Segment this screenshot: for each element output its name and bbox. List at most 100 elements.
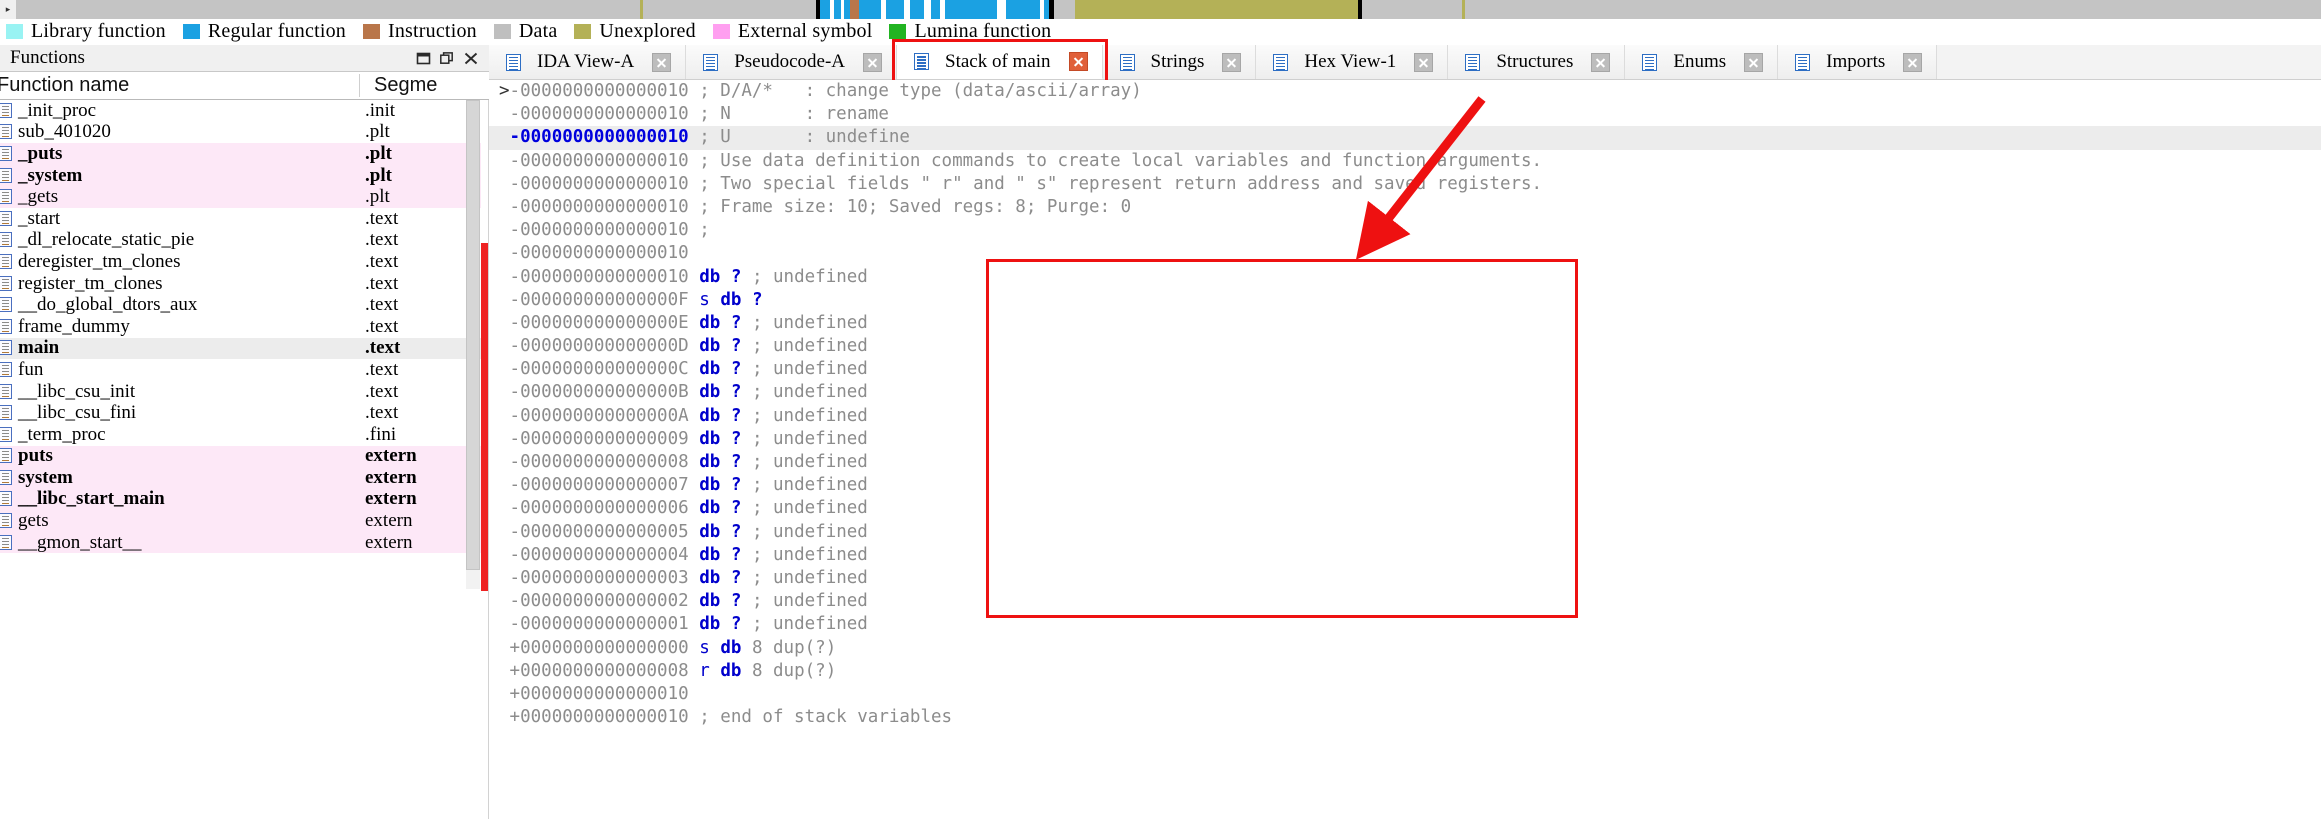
function-list-row[interactable]: frame_dummy .text: [0, 316, 481, 338]
navigator-segment: [997, 0, 1006, 19]
function-list-row[interactable]: system extern: [0, 467, 481, 489]
stack-header-line[interactable]: -0000000000000010 ; Frame size: 10; Save…: [489, 196, 2321, 219]
stack-variable-line[interactable]: -0000000000000001 db ? ; undefined: [489, 613, 2321, 636]
stack-variable-line[interactable]: -0000000000000005 db ? ; undefined: [489, 521, 2321, 544]
function-list-row[interactable]: gets extern: [0, 510, 481, 532]
tab-close-icon[interactable]: [1222, 52, 1242, 72]
legend-color-swatch: [6, 23, 23, 39]
function-list-row[interactable]: __do_global_dtors_aux .text: [0, 294, 481, 316]
legend-label: External symbol: [737, 19, 873, 42]
column-header-segment[interactable]: Segme: [359, 74, 489, 97]
navigator-segment: [1075, 0, 1359, 19]
legend-item-5: External symbol: [712, 19, 873, 43]
tab-close-icon[interactable]: [1591, 52, 1611, 72]
stack-variable-line[interactable]: +0000000000000010 ; end of stack variabl…: [489, 706, 2321, 729]
function-list-row[interactable]: _dl_relocate_static_pie .text: [0, 229, 481, 252]
function-list-row[interactable]: _start .text: [0, 208, 481, 230]
function-list-row[interactable]: puts extern: [0, 445, 481, 468]
function-list-row[interactable]: fun .text: [0, 359, 481, 381]
stack-frame-listing[interactable]: >-0000000000000010 ; D/A/* : change type…: [489, 80, 2321, 819]
stack-variable-line[interactable]: -0000000000000006 db ? ; undefined: [489, 497, 2321, 520]
stack-variable-line[interactable]: -0000000000000002 db ? ; undefined: [489, 590, 2321, 613]
function-icon: [0, 512, 14, 530]
scrollbar-thumb[interactable]: [466, 100, 480, 570]
function-list-row[interactable]: main .text: [0, 337, 481, 360]
function-list-row[interactable]: _term_proc .fini: [0, 424, 481, 446]
tab-strings[interactable]: Strings: [1102, 45, 1257, 79]
function-list-row[interactable]: deregister_tm_clones .text: [0, 251, 481, 273]
legend-label: Unexplored: [599, 19, 696, 42]
column-header-function-name[interactable]: Function name: [0, 74, 359, 97]
stack-variable-line[interactable]: +0000000000000008 r db 8 dup(?): [489, 660, 2321, 683]
stack-header-line[interactable]: -0000000000000010 ; Use data definition …: [489, 150, 2321, 173]
stack-variable-line[interactable]: -0000000000000010 ;: [489, 219, 2321, 242]
structures-icon: [1464, 53, 1482, 72]
function-list-row[interactable]: sub_401020 .plt: [0, 121, 481, 144]
function-name-cell: system: [18, 466, 73, 488]
tab-close-icon[interactable]: [1903, 52, 1923, 72]
stack-variable-line[interactable]: -0000000000000007 db ? ; undefined: [489, 474, 2321, 497]
function-icon: [0, 123, 14, 141]
stack-variable-line[interactable]: -0000000000000003 db ? ; undefined: [489, 567, 2321, 590]
function-icon: [0, 167, 14, 185]
stack-variable-line[interactable]: -000000000000000F s db ?: [489, 289, 2321, 312]
stack-header-line[interactable]: -0000000000000010 ; N : rename: [489, 103, 2321, 126]
stack-header-line[interactable]: -0000000000000010 ; U : undefine: [489, 126, 2321, 150]
close-button[interactable]: [459, 47, 483, 69]
maximize-button[interactable]: [435, 47, 459, 69]
stack-variable-line[interactable]: -000000000000000D db ? ; undefined: [489, 335, 2321, 358]
function-list-row[interactable]: _gets .plt: [0, 186, 481, 208]
stack-header-line[interactable]: >-0000000000000010 ; D/A/* : change type…: [489, 80, 2321, 103]
stack-variable-line[interactable]: -0000000000000009 db ? ; undefined: [489, 428, 2321, 451]
tab-imports[interactable]: Imports: [1778, 45, 1938, 79]
tab-close-icon[interactable]: [863, 52, 883, 72]
legend-color-swatch: [363, 23, 380, 39]
functions-list-scrollbar[interactable]: [466, 100, 480, 589]
tab-pseudocode-a[interactable]: Pseudocode-A: [686, 45, 898, 79]
tab-bar[interactable]: IDA View-A Pseudocode-A Stack of main Strin…: [489, 39, 2321, 84]
stack-variable-line[interactable]: +0000000000000000 s db 8 dup(?): [489, 637, 2321, 660]
stack-variable-line[interactable]: +0000000000000010: [489, 683, 2321, 706]
tab-ida-view-a[interactable]: IDA View-A: [489, 45, 687, 79]
functions-panel-edge-marker: [481, 243, 488, 591]
main-area: IDA View-A Pseudocode-A Stack of main Strin…: [489, 39, 2321, 819]
function-name-cell: fun: [18, 358, 44, 380]
function-name-cell: _init_proc: [18, 100, 97, 121]
function-list-row[interactable]: _puts .plt: [0, 143, 481, 165]
tab-enums[interactable]: Enums: [1625, 45, 1779, 79]
tab-close-icon[interactable]: [1068, 52, 1088, 71]
functions-list[interactable]: _init_proc .init sub_401020 .plt _puts .plt _s…: [0, 100, 481, 589]
navigator-strip[interactable]: [16, 0, 2321, 19]
function-name-cell: _system: [18, 164, 83, 186]
stack-variable-line[interactable]: -0000000000000010 db ? ; undefined: [489, 266, 2321, 289]
stack-variable-line[interactable]: -0000000000000010: [489, 242, 2321, 265]
stack-header-line[interactable]: -0000000000000010 ; Two special fields "…: [489, 173, 2321, 196]
function-list-row[interactable]: __libc_start_main extern: [0, 488, 481, 511]
stack-variable-line[interactable]: -0000000000000004 db ? ; undefined: [489, 544, 2321, 567]
restore-button[interactable]: [411, 47, 435, 69]
tab-close-icon[interactable]: [1744, 52, 1764, 72]
stack-variable-line[interactable]: -000000000000000B db ? ; undefined: [489, 381, 2321, 404]
navigator-segment: [16, 0, 640, 19]
tab-stack-of-main[interactable]: Stack of main: [897, 45, 1103, 79]
navigator-band[interactable]: ▸: [0, 0, 2321, 19]
tab-close-icon[interactable]: [1414, 52, 1434, 72]
navigator-collapse-icon[interactable]: ▸: [0, 0, 16, 19]
function-list-row[interactable]: _init_proc .init: [0, 100, 481, 122]
function-list-row[interactable]: register_tm_clones .text: [0, 273, 481, 295]
function-icon: [0, 383, 14, 401]
stack-variable-line[interactable]: -000000000000000C db ? ; undefined: [489, 358, 2321, 381]
function-list-row[interactable]: __gmon_start__ extern: [0, 532, 481, 554]
function-name-cell: gets: [18, 510, 49, 532]
functions-table-header: Function name Segme: [0, 72, 489, 100]
stack-variable-line[interactable]: -000000000000000A db ? ; undefined: [489, 405, 2321, 428]
stack-variable-line[interactable]: -0000000000000008 db ? ; undefined: [489, 451, 2321, 474]
function-icon: [0, 145, 14, 163]
tab-hex-view-1[interactable]: Hex View-1: [1256, 45, 1449, 79]
function-list-row[interactable]: __libc_csu_fini .text: [0, 402, 481, 424]
stack-variable-line[interactable]: -000000000000000E db ? ; undefined: [489, 312, 2321, 335]
tab-close-icon[interactable]: [652, 52, 672, 72]
function-list-row[interactable]: _system .plt: [0, 165, 481, 187]
function-list-row[interactable]: __libc_csu_init .text: [0, 381, 481, 403]
tab-structures[interactable]: Structures: [1448, 45, 1626, 79]
